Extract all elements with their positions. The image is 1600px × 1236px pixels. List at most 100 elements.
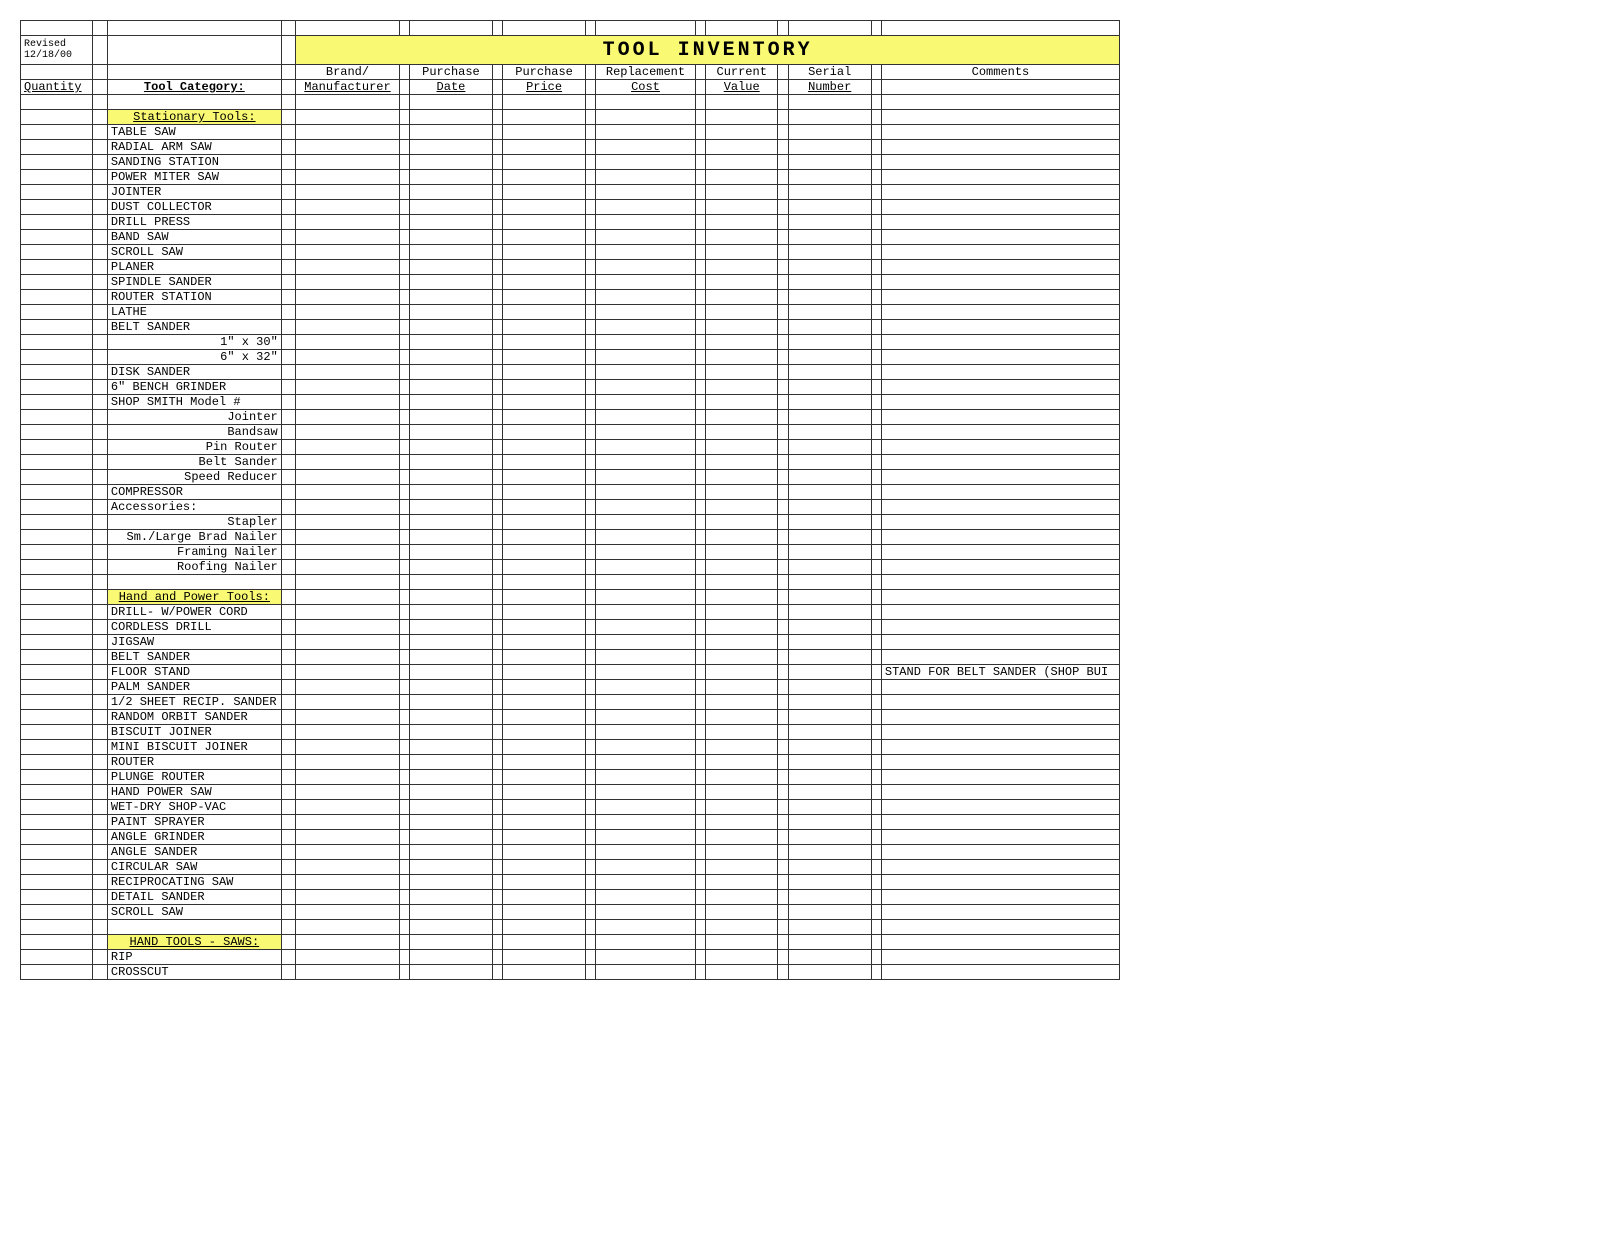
gap-cell[interactable] [695,815,705,830]
value-cell[interactable] [706,545,778,560]
gap-cell[interactable] [492,110,502,125]
brand-cell[interactable] [296,830,399,845]
gap-cell[interactable] [778,215,788,230]
gap-cell[interactable] [281,110,295,125]
gap-cell[interactable] [93,515,107,530]
comments-cell[interactable] [881,200,1119,215]
serial-cell[interactable] [788,545,871,560]
gap-cell[interactable] [281,425,295,440]
brand-cell[interactable] [296,740,399,755]
gap-cell[interactable] [492,365,502,380]
gap-cell[interactable] [871,455,881,470]
gap-cell[interactable] [585,395,595,410]
gap-cell[interactable] [399,935,409,950]
gap-cell[interactable] [778,305,788,320]
gap-cell[interactable] [281,770,295,785]
comments-cell[interactable] [881,395,1119,410]
tool-name[interactable]: SHOP SMITH Model # [107,395,281,410]
replacement-cell[interactable] [596,710,695,725]
serial-cell[interactable] [788,695,871,710]
tool-name[interactable]: RADIAL ARM SAW [107,140,281,155]
gap-cell[interactable] [492,470,502,485]
gap-cell[interactable] [871,965,881,980]
brand-cell[interactable] [296,260,399,275]
gap-cell[interactable] [492,860,502,875]
qty-cell[interactable] [21,470,93,485]
brand-cell[interactable] [296,800,399,815]
value-cell[interactable] [706,755,778,770]
gap-cell[interactable] [281,575,295,590]
brand-cell[interactable] [296,320,399,335]
pdate-cell[interactable] [410,275,493,290]
gap-cell[interactable] [492,575,502,590]
qty-cell[interactable] [21,890,93,905]
gap-cell[interactable] [492,620,502,635]
gap-cell[interactable] [778,425,788,440]
serial-cell[interactable] [788,680,871,695]
replacement-cell[interactable] [596,545,695,560]
tool-name[interactable]: LATHE [107,305,281,320]
gap-cell[interactable] [492,230,502,245]
gap-cell[interactable] [399,170,409,185]
comments-cell[interactable] [881,785,1119,800]
gap-cell[interactable] [778,515,788,530]
value-cell[interactable] [706,455,778,470]
gap-cell[interactable] [492,755,502,770]
gap-cell[interactable] [585,500,595,515]
qty-cell[interactable] [21,965,93,980]
gap-cell[interactable] [778,485,788,500]
replacement-cell[interactable] [596,650,695,665]
hdr-replacement[interactable]: Replacement [596,65,695,80]
gap-cell[interactable] [871,275,881,290]
gap-cell[interactable] [695,140,705,155]
gap-cell[interactable] [492,890,502,905]
comments-cell[interactable] [881,710,1119,725]
gap-cell[interactable] [93,395,107,410]
comments-cell[interactable] [881,350,1119,365]
gap-cell[interactable] [93,140,107,155]
revised-cell[interactable]: Revised12/18/00 [21,36,93,65]
gap-cell[interactable] [778,665,788,680]
tool-name[interactable]: Accessories: [107,500,281,515]
pdate-cell[interactable] [410,320,493,335]
gap-cell[interactable] [778,620,788,635]
gap-cell[interactable] [871,635,881,650]
value-cell[interactable] [706,140,778,155]
price-cell[interactable] [503,560,586,575]
gap-cell[interactable] [778,950,788,965]
gap-cell[interactable] [778,575,788,590]
gap-cell[interactable] [281,140,295,155]
pdate-cell[interactable] [410,290,493,305]
replacement-cell[interactable] [596,890,695,905]
value-cell[interactable] [706,830,778,845]
gap-cell[interactable] [492,260,502,275]
brand-cell[interactable] [296,860,399,875]
gap-cell[interactable] [778,695,788,710]
hdr-quantity[interactable]: Quantity [21,80,93,95]
gap-cell[interactable] [871,125,881,140]
comments-cell[interactable] [881,680,1119,695]
gap-cell[interactable] [492,95,502,110]
value-cell[interactable] [706,485,778,500]
price-cell[interactable] [503,785,586,800]
gap-cell[interactable] [492,605,502,620]
gap-cell[interactable] [778,65,788,80]
value-cell[interactable] [706,305,778,320]
gap-cell[interactable] [871,545,881,560]
gap-cell[interactable] [281,785,295,800]
tool-name[interactable]: RECIPROCATING SAW [107,875,281,890]
gap-cell[interactable] [399,125,409,140]
gap-cell[interactable] [695,290,705,305]
gap-cell[interactable] [871,665,881,680]
gap-cell[interactable] [585,680,595,695]
gap-cell[interactable] [778,740,788,755]
replacement-cell[interactable] [596,185,695,200]
qty-cell[interactable] [21,125,93,140]
gap-cell[interactable] [778,590,788,605]
gap-cell[interactable] [871,335,881,350]
gap-cell[interactable] [93,320,107,335]
brand-cell[interactable] [296,530,399,545]
pdate-cell[interactable] [410,515,493,530]
tool-name[interactable]: JIGSAW [107,635,281,650]
pdate-cell[interactable] [410,740,493,755]
